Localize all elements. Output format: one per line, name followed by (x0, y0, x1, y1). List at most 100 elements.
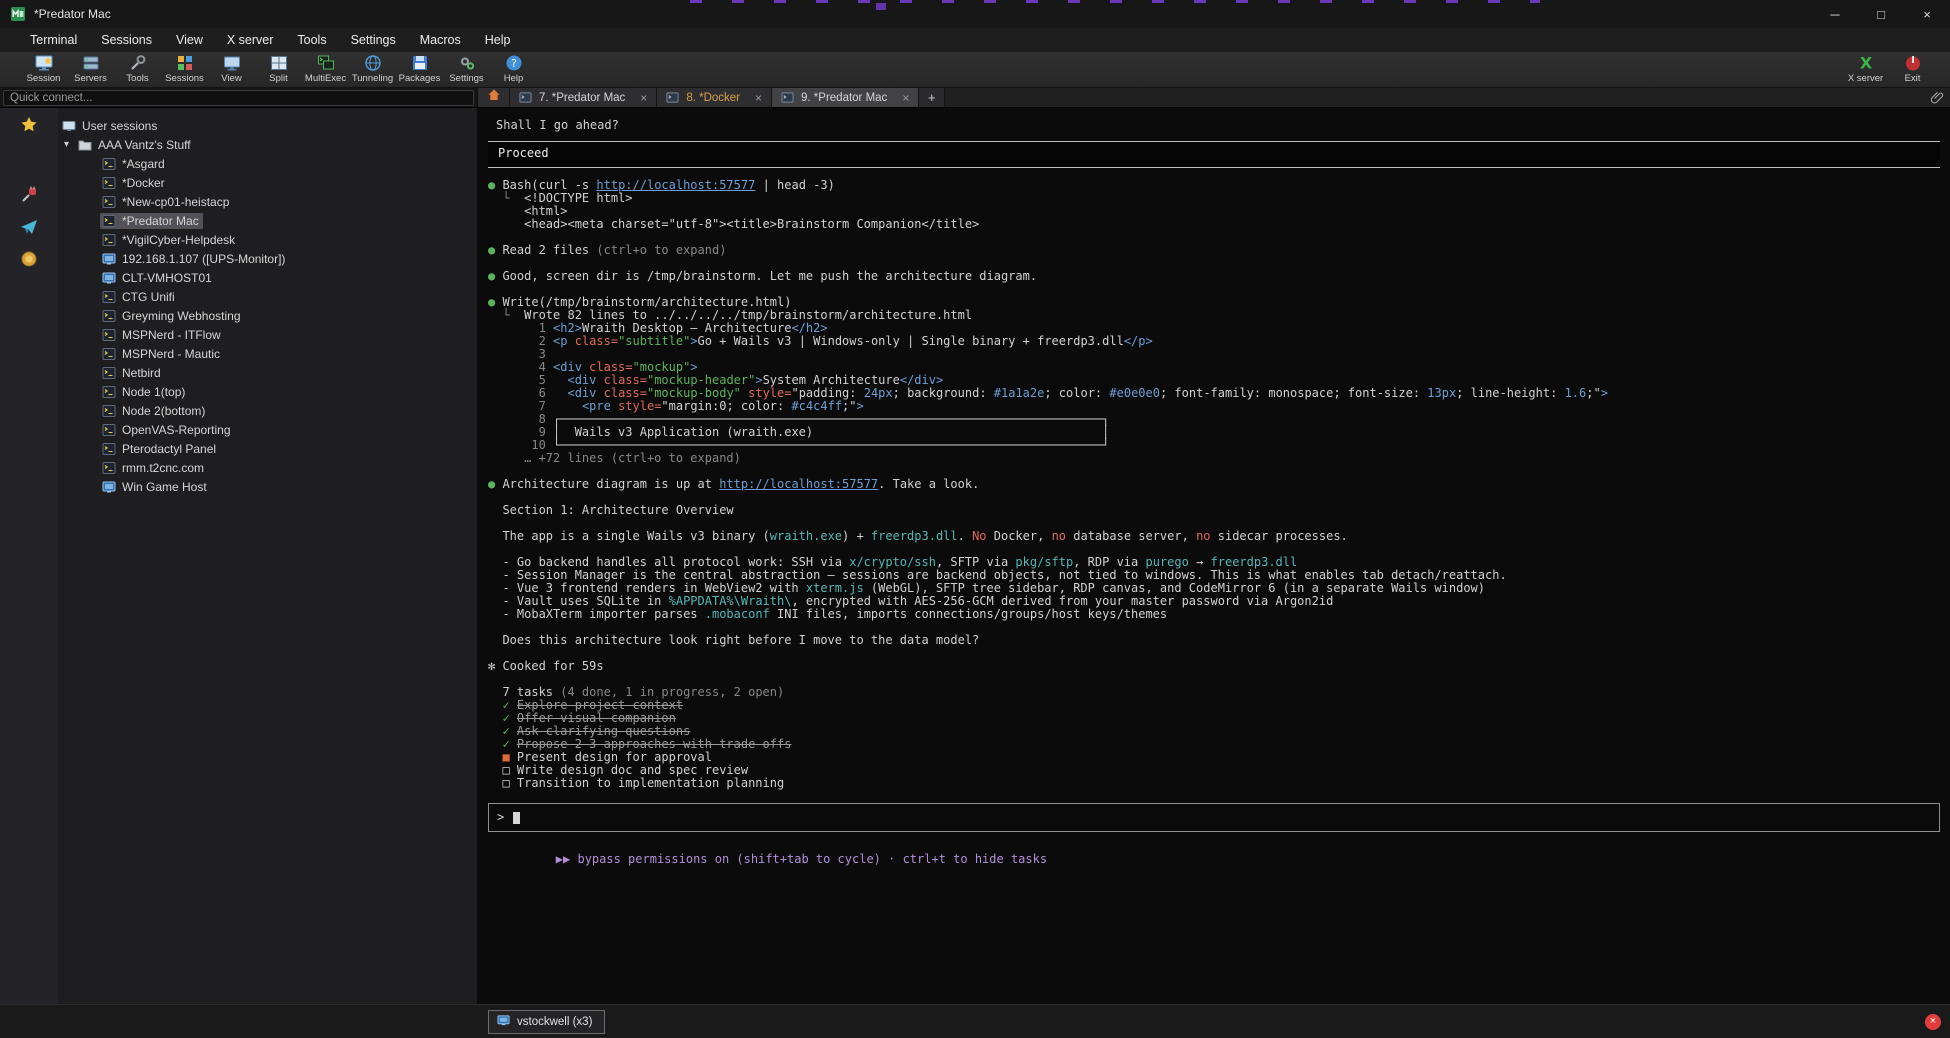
session-owner-tab[interactable]: vstockwell (x3) (488, 1010, 605, 1034)
toolbar-help[interactable]: ?Help (490, 52, 537, 87)
maximize-button[interactable]: □ (1858, 0, 1904, 28)
toolbar-label: X server (1848, 73, 1883, 84)
menu-item-view[interactable]: View (176, 33, 203, 47)
tree-folder-aaa-vantz-s-stuff[interactable]: ▾ AAA Vantz's Stuff (58, 135, 477, 154)
session-row-box: Node 2(bottom) (100, 403, 209, 419)
terminal-line: The app is a single Wails v3 binary (wra… (488, 530, 1940, 543)
toolbar-split[interactable]: Split (255, 52, 302, 87)
terminal-line: □ Transition to implementation planning (488, 777, 1940, 790)
close-button[interactable]: × (1904, 0, 1950, 28)
exit-icon (1904, 54, 1922, 72)
session-item-clt-vmhost01[interactable]: CLT-VMHOST01 (58, 268, 477, 287)
terminal-session-icon (102, 442, 116, 456)
session-item-pterodactyl-panel[interactable]: Pterodactyl Panel (58, 439, 477, 458)
tree-root-user-sessions[interactable]: User sessions (58, 116, 477, 135)
session-item-openvas-reporting[interactable]: OpenVAS-Reporting (58, 420, 477, 439)
session-item-netbird[interactable]: Netbird (58, 363, 477, 382)
session-item-predator-mac[interactable]: *Predator Mac (58, 211, 477, 230)
detach-icon[interactable] (20, 186, 38, 204)
toolbar-settings[interactable]: Settings (443, 52, 490, 87)
terminal-link[interactable]: http://localhost:57577 (719, 477, 878, 491)
terminal-line (488, 647, 1940, 660)
session-label: MSPNerd - ITFlow (122, 328, 221, 342)
toolbar-label: Settings (449, 73, 483, 84)
session-row-box: 192.168.1.107 ([UPS-Monitor]) (100, 251, 289, 267)
tab-close-icon[interactable]: × (902, 91, 909, 105)
session-item-node-1-top[interactable]: Node 1(top) (58, 382, 477, 401)
toolbar-servers[interactable]: Servers (67, 52, 114, 87)
session-row-box: Greyming Webhosting (100, 308, 245, 324)
session-item-docker[interactable]: *Docker (58, 173, 477, 192)
attach-icon[interactable] (1924, 88, 1950, 107)
terminal-input-box[interactable]: > (488, 803, 1940, 832)
terminal-session-icon (102, 328, 116, 342)
session-item-node-2-bottom[interactable]: Node 2(bottom) (58, 401, 477, 420)
toolbar-multiexec[interactable]: MultiExec (302, 52, 349, 87)
session-item-mspnerd-itflow[interactable]: MSPNerd - ITFlow (58, 325, 477, 344)
tab-home[interactable] (478, 88, 510, 107)
toolbar-label: MultiExec (305, 73, 346, 84)
session-owner-label: vstockwell (x3) (517, 1016, 592, 1028)
terminal-session-icon (102, 195, 116, 209)
chevron-down-icon[interactable]: ▾ (64, 139, 78, 150)
menu-item-terminal[interactable]: Terminal (30, 33, 77, 47)
menu-item-help[interactable]: Help (485, 33, 511, 47)
sidebar-tool-strip (0, 108, 58, 1004)
session-label: Pterodactyl Panel (122, 442, 216, 456)
rdp-session-icon (102, 252, 116, 266)
toolbar-label: Tunneling (352, 73, 393, 84)
session-row-box: *VigilCyber-Helpdesk (100, 232, 239, 248)
send-icon[interactable] (20, 218, 38, 236)
quick-connect-input[interactable] (3, 90, 474, 106)
tab-9-predator-mac[interactable]: 9. *Predator Mac× (772, 88, 919, 107)
session-label: Win Game Host (122, 480, 207, 494)
toolbar-label: Sessions (165, 73, 204, 84)
session-label: MSPNerd - Mautic (122, 347, 220, 361)
session-item-mspnerd-mautic[interactable]: MSPNerd - Mautic (58, 344, 477, 363)
svg-text:?: ? (511, 57, 517, 70)
menu-item-x-server[interactable]: X server (227, 33, 274, 47)
menu-item-macros[interactable]: Macros (420, 33, 461, 47)
session-item-192-168-1-107-ups-monitor[interactable]: 192.168.1.107 ([UPS-Monitor]) (58, 249, 477, 268)
menu-bar: Terminal Sessions View X server Tools Setting… (0, 28, 1950, 52)
session-item-ctg-unifi[interactable]: CTG Unifi (58, 287, 477, 306)
toolbar-exit[interactable]: Exit (1889, 52, 1936, 87)
tab-close-icon[interactable]: × (755, 91, 762, 105)
new-tab-button[interactable]: + (919, 88, 945, 107)
menu-item-settings[interactable]: Settings (351, 33, 396, 47)
session-label: CLT-VMHOST01 (122, 271, 212, 285)
toolbar-packages[interactable]: Packages (396, 52, 443, 87)
tab-7-predator-mac[interactable]: 7. *Predator Mac× (510, 88, 657, 107)
toolbar-tunneling[interactable]: Tunneling (349, 52, 396, 87)
session-label: *Asgard (122, 157, 165, 171)
session-row-box: CLT-VMHOST01 (100, 270, 216, 286)
badge-icon[interactable] (20, 250, 38, 268)
star-icon[interactable] (20, 116, 38, 134)
terminal-link[interactable]: http://localhost:57577 (596, 178, 755, 192)
proceed-option[interactable]: Proceed (488, 142, 1940, 168)
minimize-button[interactable]: ─ (1812, 0, 1858, 28)
quick-connect (0, 88, 478, 107)
toolbar-session[interactable]: Session (20, 52, 67, 87)
session-item-greyming-webhosting[interactable]: Greyming Webhosting (58, 306, 477, 325)
status-close-button[interactable]: × (1925, 1014, 1941, 1030)
tab-8-docker[interactable]: 8. *Docker× (657, 88, 772, 107)
menu-item-tools[interactable]: Tools (297, 33, 326, 47)
menu-item-sessions[interactable]: Sessions (101, 33, 152, 47)
prompt-glyph: > (497, 811, 504, 824)
terminal-tab-icon (519, 91, 532, 104)
help-icon: ? (505, 54, 523, 72)
tab-close-icon[interactable]: × (640, 91, 647, 105)
session-item-asgard[interactable]: *Asgard (58, 154, 477, 173)
session-item-new-cp01-heistacp[interactable]: *New-cp01-heistacp (58, 192, 477, 211)
toolbar-view[interactable]: View (208, 52, 255, 87)
session-label: OpenVAS-Reporting (122, 423, 231, 437)
tree-folder-label: AAA Vantz's Stuff (98, 138, 191, 152)
toolbar-label: Session (27, 73, 61, 84)
toolbar-x-server[interactable]: XX server (1842, 52, 1889, 87)
toolbar-tools[interactable]: Tools (114, 52, 161, 87)
session-item-vigilcyber-helpdesk[interactable]: *VigilCyber-Helpdesk (58, 230, 477, 249)
session-item-rmm-t2cnc-com[interactable]: rmm.t2cnc.com (58, 458, 477, 477)
session-item-win-game-host[interactable]: Win Game Host (58, 477, 477, 496)
toolbar-sessions[interactable]: Sessions (161, 52, 208, 87)
